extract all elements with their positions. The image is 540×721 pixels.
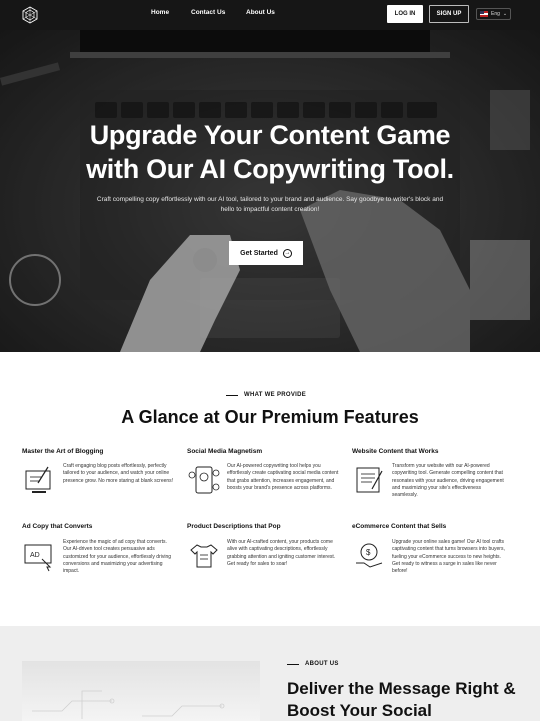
about-eyebrow-label: ABOUT US [305,661,339,667]
get-started-label: Get Started [240,249,278,257]
ecommerce-sales-icon: $ [356,543,383,568]
feature-text-product: With our AI-crafted content, your produc… [227,539,336,567]
features-eyebrow-label: WHAT WE PROVIDE [244,392,307,398]
feature-title-website: Website Content that Works [352,448,439,455]
nav-link-contact[interactable]: Contact Us [191,9,225,16]
login-button[interactable]: LOG IN [387,5,423,23]
brain-logo-icon[interactable] [21,6,39,24]
about-title: Deliver the Message Right & Boost Your S… [287,679,516,720]
hero-title: Upgrade Your Content Game with Our AI Co… [0,118,540,186]
feature-title-adcopy: Ad Copy that Converts [22,523,93,530]
feature-title-ecommerce: eCommerce Content that Sells [352,523,447,530]
svg-text:$: $ [366,548,371,557]
feature-text-blogging: Craft engaging blog posts effortlessly, … [63,463,174,484]
product-shirt-icon [190,544,218,568]
feature-text-website: Transform your website with our AI-power… [392,463,504,499]
eyebrow-line [287,663,299,665]
feature-text-ecommerce: Upgrade your online sales game! Our AI t… [392,539,505,575]
feature-text-social: Our AI-powered copywriting tool helps yo… [227,463,339,491]
nav-link-home[interactable]: Home [151,9,169,16]
us-flag-icon [480,11,488,17]
website-content-icon [356,467,383,493]
feature-text-adcopy: Experience the magic of ad copy that con… [63,539,172,575]
chevron-down-icon: ⌄ [502,11,508,17]
signup-button[interactable]: SIGN UP [429,5,469,23]
features-eyebrow: WHAT WE PROVIDE [226,392,306,398]
about-image [22,661,260,721]
hero-laptop-robot-image [0,30,540,352]
features-title: A Glance at Our Premium Features [121,407,419,427]
blog-writing-icon [25,466,51,493]
ad-copy-icon: AD [24,544,52,572]
svg-text:AD: AD [30,552,40,559]
nav-link-about[interactable]: About Us [246,9,275,16]
hero-subtitle: Craft compelling copy effortlessly with … [96,196,444,213]
feature-title-product: Product Descriptions that Pop [187,523,281,530]
language-label: Eng [491,11,500,17]
hero-title-line-1: Upgrade Your Content Game [89,120,451,150]
hero-section: Upgrade Your Content Game with Our AI Co… [0,30,540,352]
feature-title-blogging: Master the Art of Blogging [22,448,104,455]
hero-title-line-2: with Our AI Copywriting Tool. [86,154,454,184]
about-eyebrow: ABOUT US [287,661,339,667]
feature-title-social: Social Media Magnetism [187,448,263,455]
top-navbar: Home Contact Us About Us LOG IN SIGN UP … [0,0,540,30]
social-media-icon [188,466,220,494]
arrow-right-circle-icon: → [282,248,292,258]
language-selector[interactable]: Eng ⌄ [476,8,511,20]
get-started-button[interactable]: Get Started → [229,241,303,265]
circuit-pattern-image [32,690,225,719]
eyebrow-line [226,394,238,396]
